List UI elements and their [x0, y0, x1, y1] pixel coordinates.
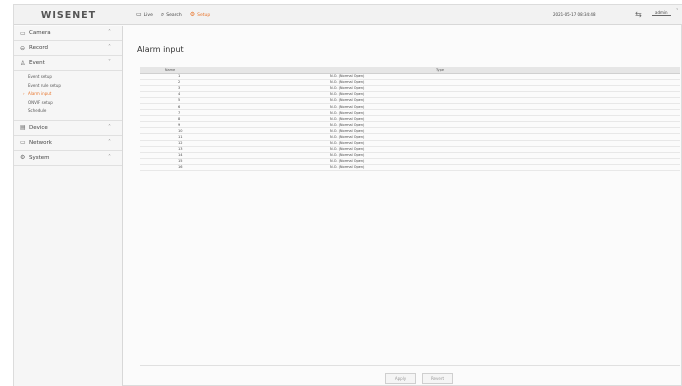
- top-bar: WISENET ▭ Live ⌕ Search ⚙ Setup 2021-05-…: [14, 5, 682, 25]
- nav-search-label: Search: [166, 12, 182, 18]
- revert-button[interactable]: Revert: [422, 373, 453, 384]
- sidebar-item-label: Event: [29, 60, 45, 66]
- table-row[interactable]: 16 N.O. (Normal Open): [140, 164, 680, 172]
- sidebar-item-network[interactable]: ▭ Network ˄: [14, 136, 122, 151]
- chevron-down-icon: ˅: [108, 59, 111, 66]
- submenu-schedule[interactable]: Schedule: [14, 107, 122, 116]
- chevron-up-icon: ˄: [108, 29, 111, 36]
- event-icon: ♙: [20, 59, 26, 67]
- event-submenu: Event setup Event rule setup Alarm input…: [14, 71, 122, 121]
- sidebar: ▭ Camera ˄ ⊖ Record ˄ ♙ Event ˅ Event se…: [14, 26, 123, 386]
- nav-setup-label: Setup: [197, 12, 211, 18]
- chevron-up-icon: ˄: [108, 153, 111, 161]
- logo-text: WISENET: [40, 9, 97, 21]
- sidebar-item-camera[interactable]: ▭ Camera ˄: [14, 26, 122, 41]
- alarm-input-table: Name Type 1 N.O. (Normal Open) 2 N.O. (Norm…: [140, 67, 680, 172]
- sidebar-item-record[interactable]: ⊖ Record ˄: [14, 41, 122, 56]
- sidebar-item-label: Record: [29, 45, 49, 51]
- camera-icon: ▭: [20, 29, 26, 37]
- chevron-up-icon: ˄: [108, 138, 111, 146]
- nav-live-label: Live: [143, 12, 153, 18]
- datetime: 2021-05-17 08:34:48: [553, 12, 596, 17]
- divider: [140, 365, 680, 366]
- chevron-up-icon: ˄: [108, 44, 111, 51]
- sidebar-item-system[interactable]: ⚙ System ˄: [14, 151, 122, 166]
- device-icon: ▤: [20, 124, 26, 131]
- top-nav: ▭ Live ⌕ Search ⚙ Setup: [136, 5, 210, 25]
- table-body: 1 N.O. (Normal Open) 2 N.O. (Normal Open) 3 N…: [140, 73, 680, 172]
- submenu-onvif-setup[interactable]: ONVIF setup: [14, 99, 122, 108]
- app-window: WISENET ▭ Live ⌕ Search ⚙ Setup 2021-05-…: [13, 4, 682, 386]
- nav-live[interactable]: ▭ Live: [136, 12, 153, 18]
- search-icon: ⌕: [160, 11, 165, 18]
- setup-icon: ⚙: [189, 11, 196, 18]
- nav-search[interactable]: ⌕ Search: [161, 12, 182, 18]
- chevron-down-icon[interactable]: ˇ: [676, 9, 679, 15]
- alarm-name-cell: 16: [140, 164, 200, 172]
- sidebar-item-label: System: [29, 154, 50, 161]
- submenu-event-rule-setup[interactable]: Event rule setup: [14, 82, 122, 91]
- sidebar-item-label: Device: [29, 124, 48, 131]
- recording-status-icon[interactable]: ⇆: [635, 10, 642, 19]
- alarm-type-cell[interactable]: N.O. (Normal Open): [200, 164, 680, 172]
- sidebar-item-label: Camera: [29, 30, 51, 36]
- sidebar-item-event[interactable]: ♙ Event ˅: [14, 56, 122, 71]
- sidebar-item-label: Network: [29, 139, 52, 146]
- sidebar-item-device[interactable]: ▤ Device ˄: [14, 121, 122, 136]
- record-icon: ⊖: [20, 44, 26, 52]
- user-menu[interactable]: admin: [652, 10, 671, 16]
- logo: WISENET: [14, 5, 123, 25]
- submenu-alarm-input[interactable]: Alarm input: [14, 90, 122, 99]
- nav-setup[interactable]: ⚙ Setup: [190, 12, 211, 18]
- monitor-icon: ▭: [136, 11, 142, 18]
- submenu-event-setup[interactable]: Event setup: [14, 73, 122, 82]
- chevron-up-icon: ˄: [108, 123, 111, 131]
- page-title: Alarm input: [137, 45, 184, 54]
- network-icon: ▭: [20, 139, 26, 146]
- apply-button[interactable]: Apply: [385, 373, 416, 384]
- main-content: Alarm input Name Type 1 N.O. (Normal Open…: [124, 26, 682, 386]
- system-icon: ⚙: [20, 154, 26, 161]
